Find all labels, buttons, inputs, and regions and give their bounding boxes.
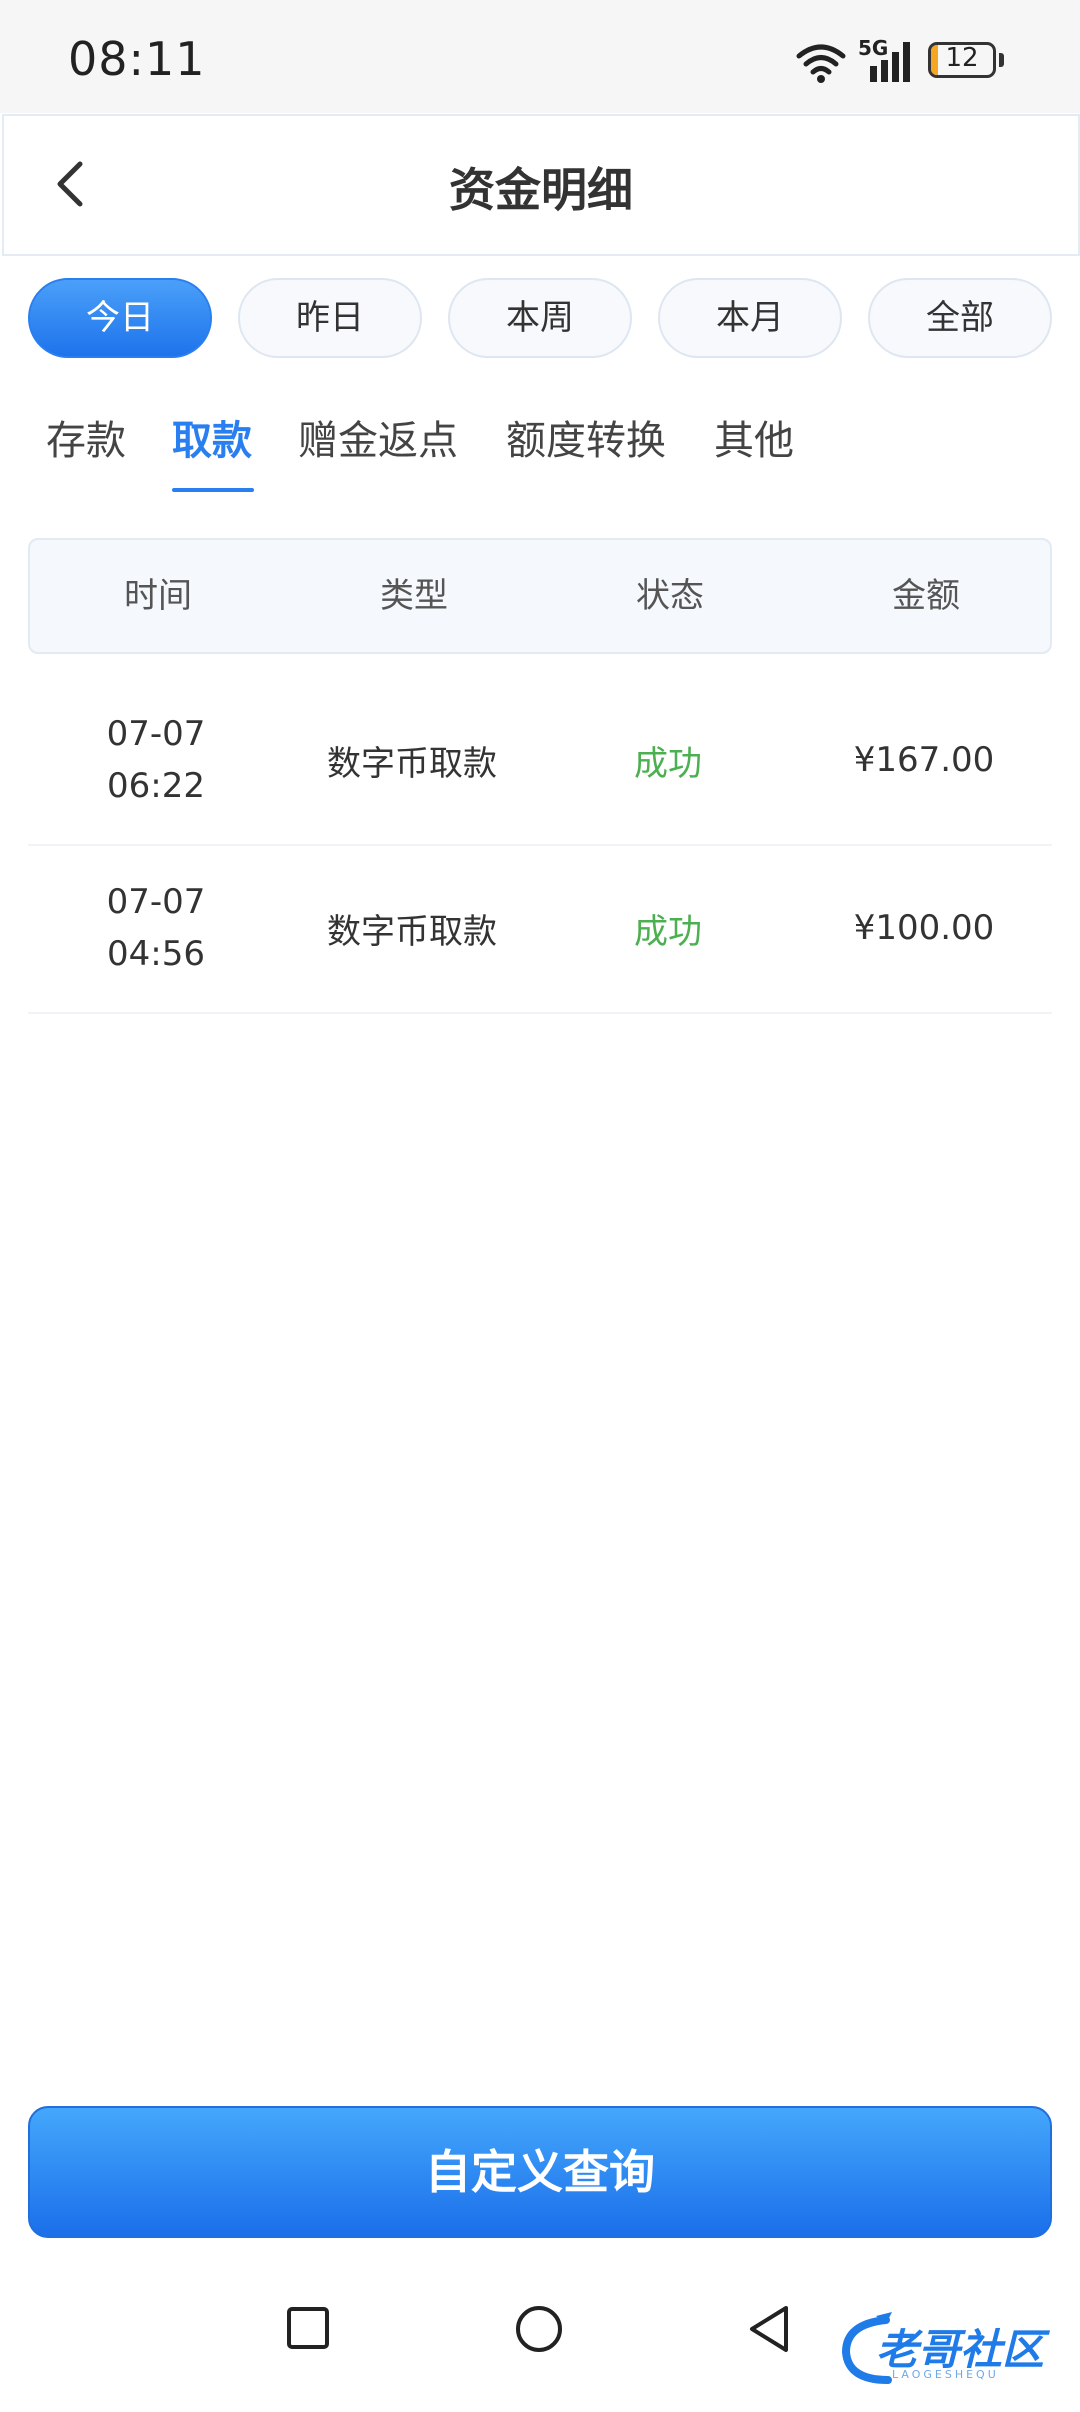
cell-time-text: 04:56 xyxy=(107,934,205,974)
watermark-subtext: LAOGESHEQU xyxy=(892,2368,999,2381)
column-header-amount: 金额 xyxy=(892,576,960,616)
tab-withdrawal[interactable]: 取款 xyxy=(172,408,252,466)
cell-type: 数字币取款 xyxy=(327,743,497,784)
column-header-time: 时间 xyxy=(124,576,192,616)
table-row[interactable]: 07-07 06:22 数字币取款 成功 ¥167.00 xyxy=(28,676,1052,846)
tab-deposit[interactable]: 存款 xyxy=(46,408,126,466)
column-header-status: 状态 xyxy=(636,576,704,616)
period-pill-this-month[interactable]: 本月 xyxy=(658,278,842,358)
table-row[interactable]: 07-07 04:56 数字币取款 成功 ¥100.00 xyxy=(28,844,1052,1014)
cell-time: 07-07 04:56 xyxy=(28,844,284,1012)
triangle-back-icon[interactable] xyxy=(744,2304,794,2354)
active-tab-indicator xyxy=(172,488,254,492)
table-header: 时间 类型 状态 金额 xyxy=(28,538,1052,654)
cell-type: 数字币取款 xyxy=(327,911,497,952)
battery-cap xyxy=(999,53,1004,67)
header-bar: 资金明细 xyxy=(2,114,1080,256)
period-pill-this-week[interactable]: 本周 xyxy=(448,278,632,358)
circle-icon[interactable] xyxy=(514,2304,564,2354)
cellular-signal-icon xyxy=(870,42,910,82)
column-header-type: 类型 xyxy=(380,576,448,616)
tab-other[interactable]: 其他 xyxy=(714,408,794,466)
period-filter: 今日 昨日 本周 本月 全部 xyxy=(28,278,1052,360)
tab-bonus-rebate[interactable]: 赠金返点 xyxy=(298,408,458,466)
page-title: 资金明细 xyxy=(449,163,633,217)
cell-time: 07-07 06:22 xyxy=(28,676,284,844)
cell-time-text: 06:22 xyxy=(107,766,205,806)
cell-status: 成功 xyxy=(634,911,702,952)
period-pill-yesterday[interactable]: 昨日 xyxy=(238,278,422,358)
period-pill-today[interactable]: 今日 xyxy=(28,278,212,358)
wifi-icon xyxy=(796,44,846,83)
battery-icon: 12 xyxy=(928,42,1008,80)
watermark-logo: 老哥社区 LAOGESHEQU xyxy=(836,2310,1066,2390)
square-icon[interactable] xyxy=(286,2306,330,2350)
tab-quota-transfer[interactable]: 额度转换 xyxy=(506,408,666,466)
cell-date-text: 07-07 xyxy=(106,714,206,754)
cell-amount: ¥100.00 xyxy=(853,908,995,948)
cell-amount: ¥167.00 xyxy=(853,740,995,780)
status-bar: 08:11 5G 12 xyxy=(0,0,1080,113)
battery-level-text: 12 xyxy=(945,43,979,73)
cell-date-text: 07-07 xyxy=(106,882,206,922)
category-tabs: 存款 取款 赠金返点 额度转换 其他 xyxy=(0,400,1080,500)
period-pill-all[interactable]: 全部 xyxy=(868,278,1052,358)
cell-status: 成功 xyxy=(634,743,702,784)
status-time: 08:11 xyxy=(68,32,206,86)
custom-query-button[interactable]: 自定义查询 xyxy=(28,2106,1052,2238)
